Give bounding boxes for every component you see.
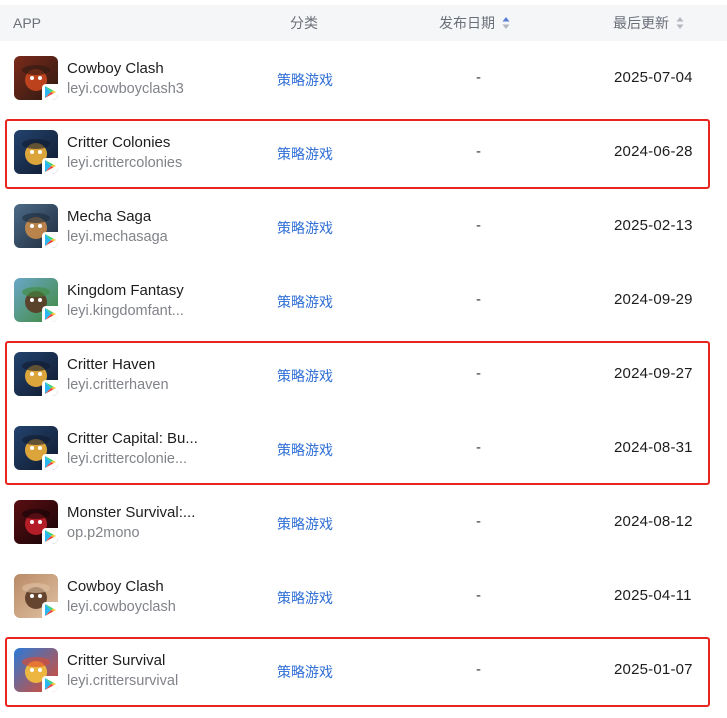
app-package: leyi.cowboyclash3 [67,81,184,97]
last-update-date: 2024-08-31 [614,439,693,456]
play-store-badge-icon [42,528,58,544]
category-link[interactable]: 策略游戏 [277,440,333,460]
play-store-badge-icon [42,380,58,396]
kingdom-game-icon[interactable] [14,278,58,322]
header-last-update[interactable]: 最后更新 [613,5,684,41]
publish-date: - [476,439,481,456]
publish-date: - [476,217,481,234]
category-link[interactable]: 策略游戏 [277,662,333,682]
table-row[interactable]: Critter Colonies leyi.crittercolonies 策略游戏… [0,115,727,189]
publish-date: - [476,587,481,604]
category-link[interactable]: 策略游戏 [277,218,333,238]
app-package: leyi.mechasaga [67,229,168,245]
app-name[interactable]: Monster Survival:... [67,504,195,521]
cowboy-game-icon[interactable] [14,574,58,618]
table-row[interactable]: Critter Survival leyi.crittersurvival 策略游戏… [0,633,727,707]
app-package: leyi.crittercolonie... [67,451,188,467]
duck-game-icon[interactable] [14,352,58,396]
publish-date: - [476,513,481,530]
duck-game-icon[interactable] [14,130,58,174]
app-name[interactable]: Critter Haven [67,356,155,373]
category-link[interactable]: 策略游戏 [277,70,333,90]
publish-date: - [476,661,481,678]
app-package: leyi.critterhaven [67,377,169,393]
publish-date: - [476,365,481,382]
play-store-badge-icon [42,84,58,100]
table-row[interactable]: Critter Haven leyi.critterhaven 策略游戏 - 2024-… [0,337,727,411]
header-publish-date[interactable]: 发布日期 [439,5,510,41]
header-publish-date-label: 发布日期 [439,15,495,31]
category-link[interactable]: 策略游戏 [277,514,333,534]
last-update-date: 2024-08-12 [614,513,693,530]
app-name[interactable]: Critter Colonies [67,134,170,151]
sort-update-icon[interactable] [676,16,684,30]
table-row[interactable]: Monster Survival:... op.p2mono 策略游戏 - 2024-0… [0,485,727,559]
play-store-badge-icon [42,232,58,248]
play-store-badge-icon [42,454,58,470]
table-row[interactable]: Critter Capital: Bu... leyi.crittercoloni… [0,411,727,485]
last-update-date: 2024-06-28 [614,143,693,160]
table-header: APP 分类 发布日期 最后更新 [0,5,727,41]
app-name[interactable]: Critter Survival [67,652,165,669]
app-package: leyi.crittersurvival [67,673,179,689]
play-store-badge-icon [42,602,58,618]
app-name[interactable]: Mecha Saga [67,208,151,225]
table-row[interactable]: Cowboy Clash leyi.cowboyclash 策略游戏 - 2025-04… [0,559,727,633]
category-link[interactable]: 策略游戏 [277,144,333,164]
app-package: leyi.kingdomfant... [67,303,184,319]
table-row[interactable]: Cowboy Clash leyi.cowboyclash3 策略游戏 - 2025-0… [0,41,727,115]
table-row[interactable]: Mecha Saga leyi.mechasaga 策略游戏 - 2025-02-13 [0,189,727,263]
last-update-date: 2025-01-07 [614,661,693,678]
duck-game-icon[interactable] [14,648,58,692]
app-name[interactable]: Cowboy Clash [67,578,164,595]
header-last-update-label: 最后更新 [613,15,669,31]
app-name[interactable]: Kingdom Fantasy [67,282,184,299]
sort-publish-icon[interactable] [502,16,510,30]
app-package: op.p2mono [67,525,140,541]
cowboy-game-icon[interactable] [14,56,58,100]
publish-date: - [476,291,481,308]
app-package: leyi.cowboyclash [67,599,176,615]
category-link[interactable]: 策略游戏 [277,292,333,312]
duck-game-icon[interactable] [14,426,58,470]
monster-game-icon[interactable] [14,500,58,544]
category-link[interactable]: 策略游戏 [277,366,333,386]
play-store-badge-icon [42,158,58,174]
last-update-date: 2025-04-11 [614,587,692,604]
last-update-date: 2025-07-04 [614,69,693,86]
publish-date: - [476,69,481,86]
app-package: leyi.crittercolonies [67,155,183,171]
app-name[interactable]: Cowboy Clash [67,60,164,77]
last-update-date: 2025-02-13 [614,217,693,234]
header-category: 分类 [290,15,318,31]
play-store-badge-icon [42,306,58,322]
play-store-badge-icon [42,676,58,692]
publish-date: - [476,143,481,160]
app-table: APP 分类 发布日期 最后更新 Cowboy Clash leyi.cowboy… [0,0,727,718]
header-app: APP [13,15,42,31]
last-update-date: 2024-09-29 [614,291,693,308]
mecha-game-icon[interactable] [14,204,58,248]
last-update-date: 2024-09-27 [614,365,693,382]
table-row[interactable]: Kingdom Fantasy leyi.kingdomfant... 策略游戏 - 2… [0,263,727,337]
category-link[interactable]: 策略游戏 [277,588,333,608]
app-name[interactable]: Critter Capital: Bu... [67,430,198,447]
